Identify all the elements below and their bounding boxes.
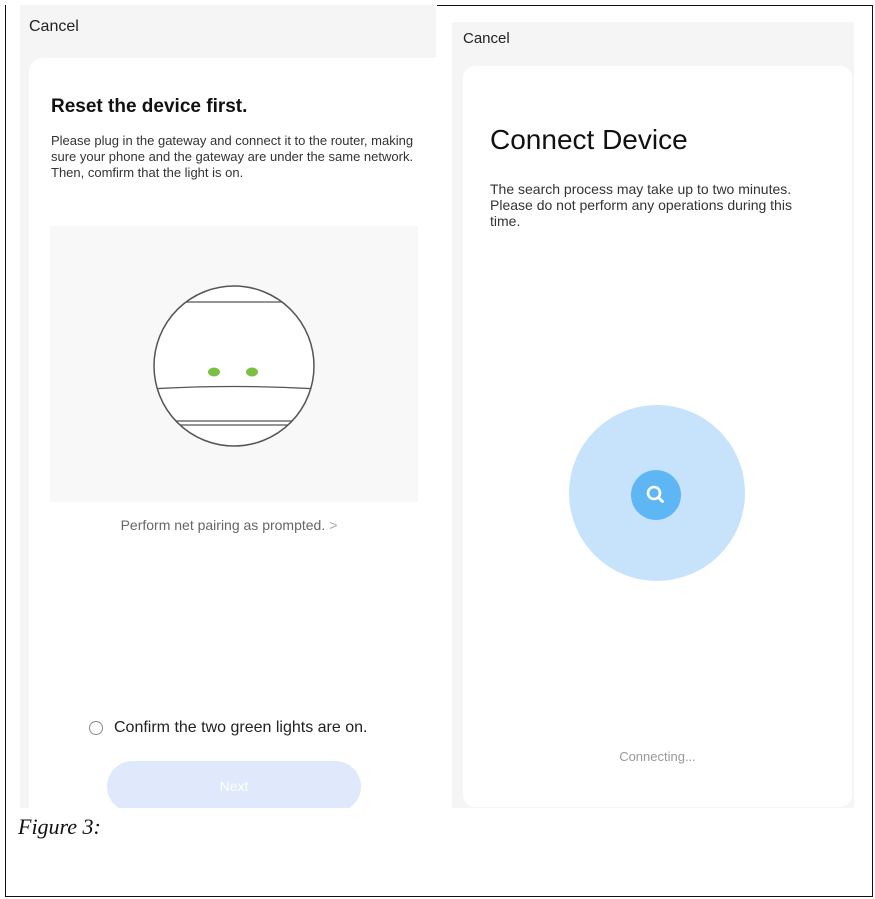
- reset-device-screen: Cancel Reset the device first. Please pl…: [20, 5, 436, 808]
- green-light-right: [246, 367, 258, 377]
- chevron-right-icon: >: [329, 517, 338, 533]
- search-indicator: [631, 470, 681, 520]
- search-notice-text: The search process may take up to two mi…: [490, 181, 792, 229]
- pairing-link-label: Perform net pairing as prompted.: [120, 517, 326, 533]
- next-button[interactable]: Next: [107, 761, 361, 808]
- instructions-text: Please plug in the gateway and connect i…: [51, 133, 414, 180]
- figure-caption: Figure 3:: [18, 814, 101, 839]
- connect-card: Connect Device The search process may ta…: [463, 66, 852, 807]
- page-title: Connect Device: [490, 124, 688, 155]
- search-icon: [646, 485, 664, 503]
- gateway-illustration: [50, 226, 418, 502]
- cancel-button[interactable]: Cancel: [463, 30, 510, 47]
- frame-divider: [437, 5, 873, 6]
- confirm-lights-option[interactable]: Confirm the two green lights are on.: [89, 717, 367, 739]
- reset-card: Reset the device first. Please plug in t…: [29, 58, 436, 808]
- pairing-guide-link[interactable]: Perform net pairing as prompted. >: [29, 517, 429, 533]
- cancel-button[interactable]: Cancel: [29, 18, 79, 36]
- connect-device-screen: Cancel Connect Device The search process…: [452, 22, 854, 808]
- green-light-left: [208, 367, 220, 377]
- page-title: Reset the device first.: [51, 96, 248, 117]
- confirm-radio[interactable]: [89, 721, 103, 735]
- connection-status: Connecting...: [619, 749, 696, 764]
- confirm-label: Confirm the two green lights are on.: [114, 719, 368, 736]
